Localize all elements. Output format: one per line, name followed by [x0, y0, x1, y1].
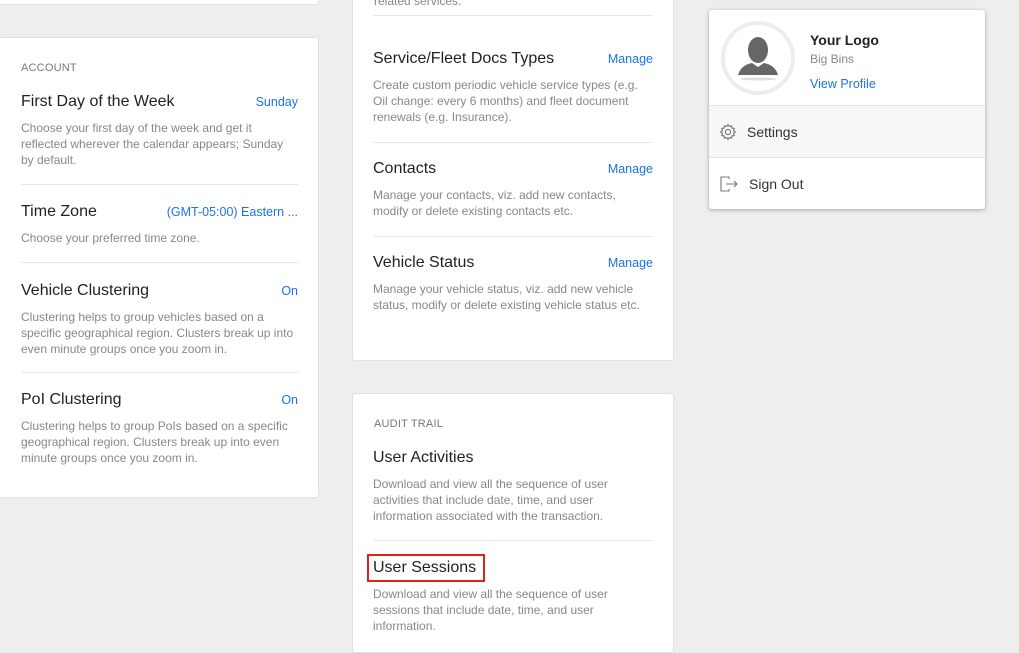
- top-left-card-edge: [0, 0, 319, 5]
- setting-desc: Download and view all the sequence of us…: [373, 587, 608, 633]
- setting-desc: Choose your first day of the week and ge…: [21, 121, 284, 167]
- user-silhouette-icon: [738, 37, 778, 81]
- setting-desc: Choose your preferred time zone.: [21, 231, 200, 245]
- setting-desc: Clustering helps to group vehicles based…: [21, 310, 294, 356]
- setting-desc: Manage your vehicle status, viz. add new…: [373, 282, 640, 312]
- sign-out-icon: [720, 175, 738, 192]
- settings-label: Settings: [747, 123, 798, 140]
- manage-contacts-link[interactable]: Manage: [608, 162, 653, 176]
- partial-desc: related services.: [374, 0, 462, 8]
- organization-name: Big Bins: [810, 52, 855, 66]
- user-sessions-item[interactable]: User Sessions Download and view all the …: [366, 554, 653, 634]
- setting-contacts: Contacts Manage Manage your contacts, viz…: [373, 160, 653, 219]
- setting-title: PoI Clustering: [21, 391, 122, 408]
- account-card: ACCOUNT First Day of the Week Sunday Choo…: [0, 37, 319, 498]
- divider: [21, 184, 298, 185]
- setting-time-zone: Time Zone (GMT-05:00) Eastern ... Choose …: [21, 203, 298, 246]
- divider: [21, 262, 298, 263]
- general-card: related services. Service/Fleet Docs Typ…: [352, 0, 674, 361]
- sign-out-label: Sign Out: [749, 175, 804, 192]
- manage-service-docs-link[interactable]: Manage: [608, 52, 653, 66]
- setting-desc: Manage your contacts, viz. add new conta…: [373, 188, 616, 218]
- setting-vehicle-status: Vehicle Status Manage Manage your vehicle…: [373, 254, 653, 313]
- setting-vehicle-clustering: Vehicle Clustering On Clustering helps to…: [21, 282, 298, 357]
- audit-card: AUDIT TRAIL User Activities Download and…: [352, 393, 674, 653]
- divider: [373, 540, 653, 541]
- setting-desc: Create custom periodic vehicle service t…: [373, 78, 638, 124]
- setting-title: Vehicle Status: [373, 254, 475, 271]
- manage-vehicle-status-link[interactable]: Manage: [608, 256, 653, 270]
- setting-title[interactable]: User Activities: [373, 449, 653, 467]
- avatar[interactable]: [721, 21, 795, 95]
- divider: [373, 236, 653, 237]
- poi-clustering-toggle[interactable]: On: [281, 393, 298, 407]
- user-sessions-title-highlighted[interactable]: User Sessions: [366, 554, 486, 582]
- setting-desc: Download and view all the sequence of us…: [373, 477, 608, 523]
- setting-desc: Clustering helps to group PoIs based on …: [21, 419, 288, 465]
- gear-icon: [719, 122, 737, 141]
- setting-title: Service/Fleet Docs Types: [373, 50, 555, 67]
- divider: [373, 15, 653, 16]
- divider: [373, 142, 653, 143]
- divider: [21, 372, 298, 373]
- setting-title: Vehicle Clustering: [21, 282, 150, 299]
- account-name: Your Logo: [810, 32, 879, 48]
- view-profile-link[interactable]: View Profile: [810, 77, 876, 91]
- settings-menu-item[interactable]: Settings: [709, 105, 985, 157]
- user-activities-item[interactable]: User Activities Download and view all th…: [373, 449, 653, 524]
- vehicle-clustering-toggle[interactable]: On: [281, 284, 298, 298]
- sign-out-menu-item[interactable]: Sign Out: [709, 157, 985, 209]
- first-day-link[interactable]: Sunday: [256, 95, 298, 109]
- setting-title: First Day of the Week: [21, 93, 175, 110]
- setting-poi-clustering: PoI Clustering On Clustering helps to gro…: [21, 391, 298, 466]
- time-zone-link[interactable]: (GMT-05:00) Eastern ...: [167, 205, 298, 219]
- section-label: AUDIT TRAIL: [374, 418, 444, 430]
- setting-title: Time Zone: [21, 203, 97, 220]
- section-label: ACCOUNT: [21, 62, 77, 74]
- setting-service-docs: Service/Fleet Docs Types Manage Create cu…: [373, 50, 653, 125]
- profile-dropdown-menu: Your Logo Big Bins View Profile Settings…: [709, 10, 985, 209]
- setting-title: Contacts: [373, 160, 437, 177]
- setting-first-day: First Day of the Week Sunday Choose your …: [21, 93, 298, 168]
